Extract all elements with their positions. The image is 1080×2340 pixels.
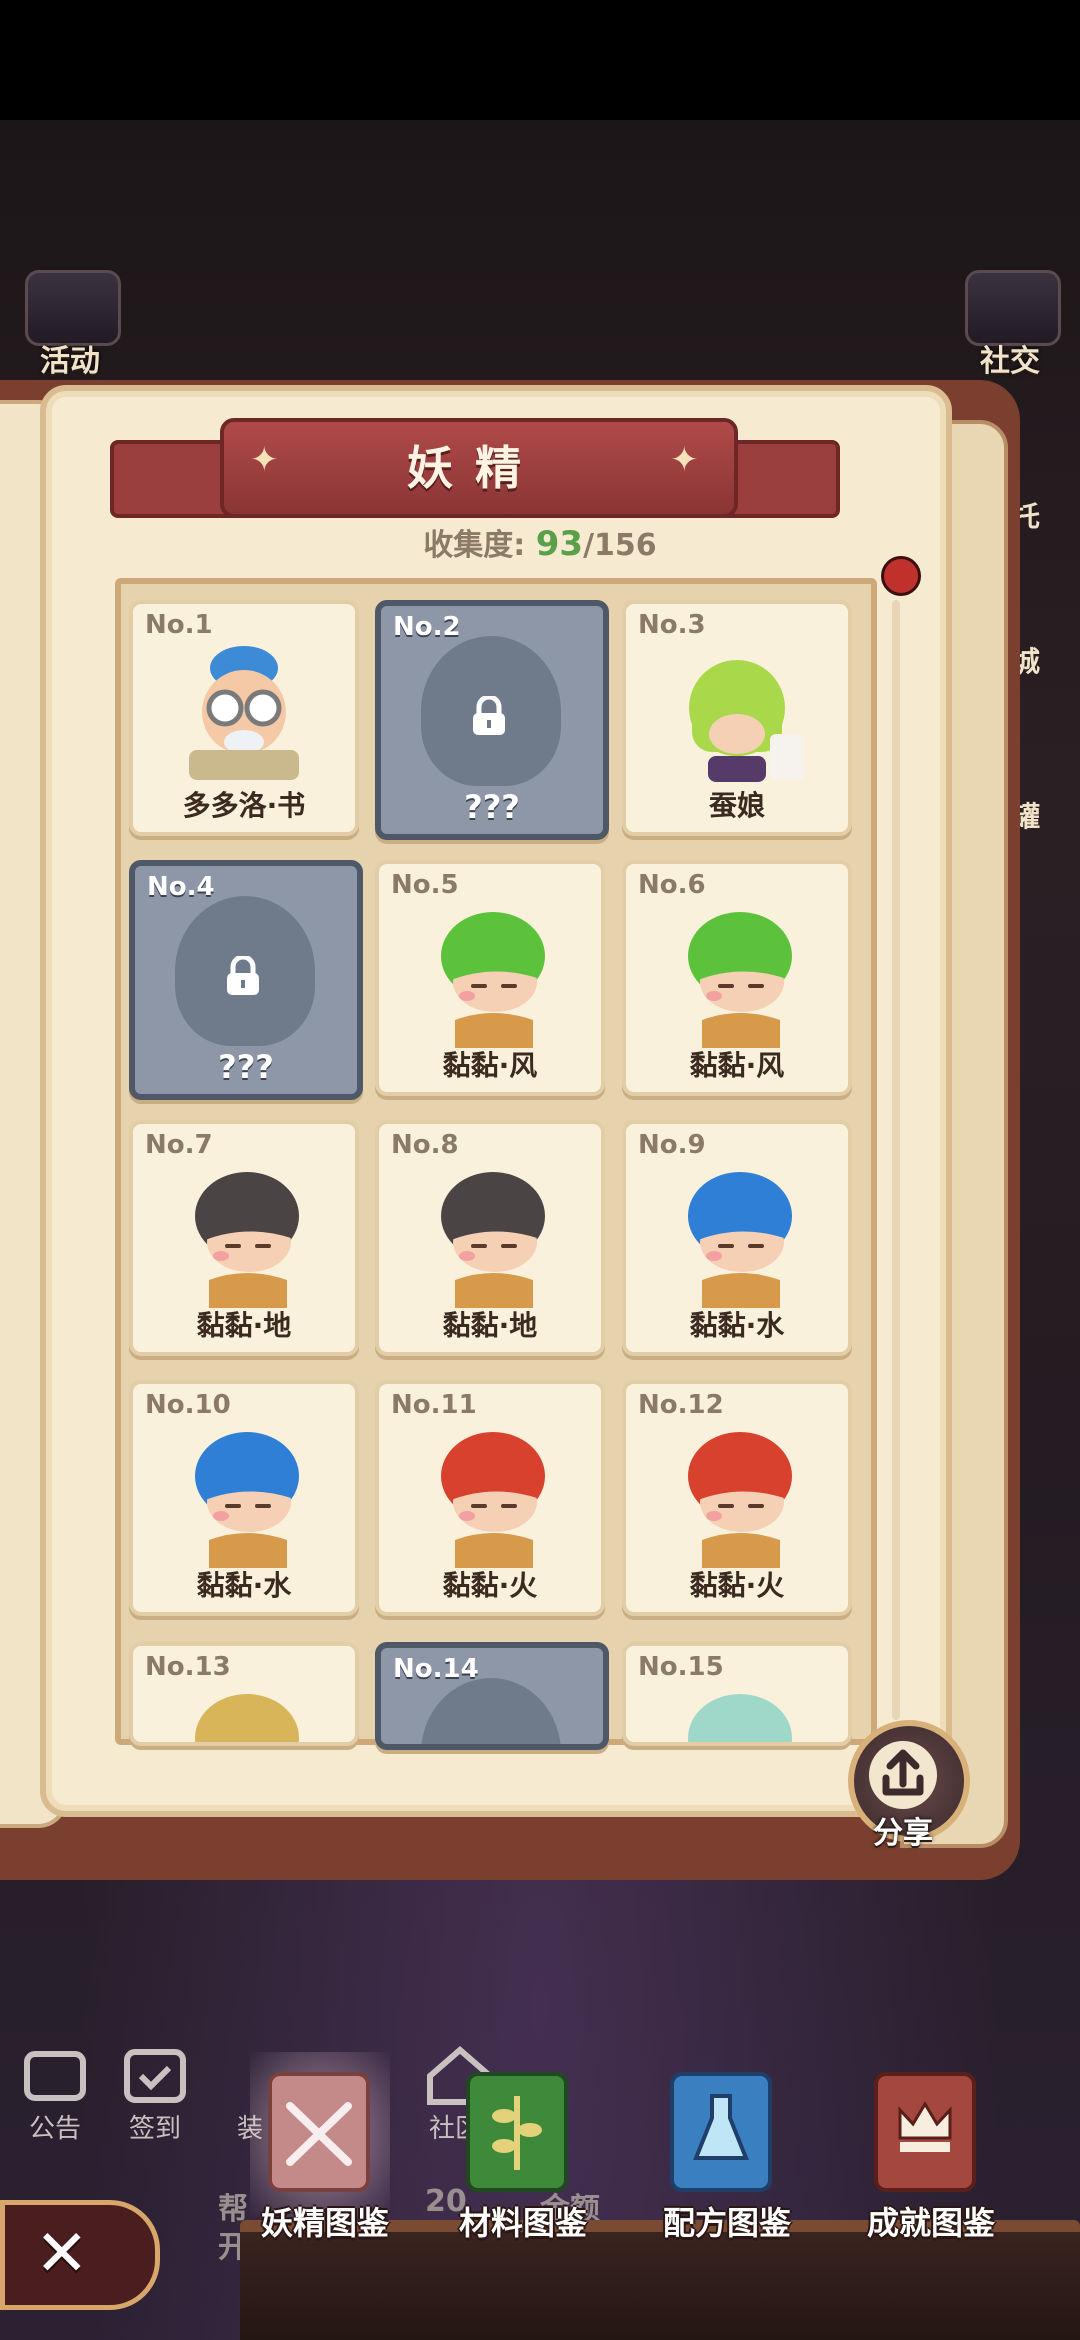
card-number: No.9 — [638, 1130, 706, 1160]
share-label: 分享 — [873, 1816, 933, 1851]
card-name: 蚕娘 — [708, 789, 765, 822]
close-button[interactable]: ✕ — [0, 2200, 160, 2310]
fairy-card[interactable]: No.15 — [622, 1642, 852, 1746]
card-number: No.11 — [391, 1390, 477, 1420]
fairy-portrait — [441, 1172, 545, 1308]
recipe-book-icon — [670, 2072, 772, 2192]
fairy-portrait — [688, 1172, 792, 1308]
collection-label: 收集度: — [423, 528, 526, 563]
lock-icon — [473, 696, 505, 735]
card-number: No.6 — [638, 870, 706, 900]
collected-count: 93 — [535, 524, 584, 564]
fairy-card[interactable]: No.7 黏黏·地 — [129, 1120, 359, 1356]
card-number: No.15 — [638, 1652, 724, 1682]
card-number: No.7 — [145, 1130, 213, 1160]
card-name: 黏黏·水 — [196, 1569, 292, 1602]
card-name: 黏黏·地 — [196, 1309, 292, 1342]
card-name: 多多洛·书 — [182, 789, 306, 822]
event-icon — [25, 270, 121, 346]
event-button[interactable]: 活动 — [10, 260, 130, 380]
achievement-book-icon — [874, 2072, 976, 2192]
social-button[interactable]: 社交 — [950, 260, 1070, 380]
tab-achievement-label: 成就图鉴 — [866, 2204, 995, 2242]
fairy-portrait — [195, 1694, 299, 1742]
fairy-card[interactable]: No.10 黏黏·水 — [129, 1380, 359, 1616]
card-name: 黏黏·风 — [689, 1049, 785, 1082]
material-book-icon — [466, 2072, 568, 2192]
locked-silhouette — [421, 1678, 561, 1744]
notice-label: 公告 — [28, 2114, 81, 2144]
tab-material-label: 材料图鉴 — [458, 2204, 587, 2242]
shelf-front — [240, 2232, 1080, 2340]
tab-material-codex[interactable]: 材料图鉴 — [428, 2060, 618, 2242]
fairy-card[interactable]: No.13 — [129, 1642, 359, 1746]
fairy-portrait — [688, 1694, 792, 1742]
fairy-book-icon — [268, 2072, 370, 2192]
total-count: /156 — [583, 528, 657, 563]
social-label: 社交 — [980, 344, 1040, 379]
fairy-card[interactable]: No.11 黏黏·火 — [375, 1380, 605, 1616]
card-number: No.2 — [393, 612, 461, 642]
fairy-portrait — [441, 1432, 545, 1568]
fairy-portrait — [189, 646, 299, 780]
card-number: No.12 — [638, 1390, 724, 1420]
lock-icon — [227, 956, 259, 995]
card-number: No.14 — [393, 1654, 479, 1684]
card-number: No.1 — [145, 610, 213, 640]
fairy-portrait — [441, 912, 545, 1048]
checkin-label: 签到 — [128, 2114, 181, 2144]
card-number: No.13 — [145, 1652, 231, 1682]
social-icon — [965, 270, 1061, 346]
fairy-portrait — [688, 1432, 792, 1568]
card-name: ??? — [218, 1048, 274, 1086]
fairy-card[interactable]: No.14 — [375, 1642, 609, 1750]
fairy-card[interactable]: No.2??? — [375, 600, 609, 840]
card-number: No.4 — [147, 872, 215, 902]
card-number: No.8 — [391, 1130, 459, 1160]
tab-recipe-label: 配方图鉴 — [662, 2204, 791, 2242]
event-label: 活动 — [40, 344, 100, 379]
tab-achievement-codex[interactable]: 成就图鉴 — [836, 2060, 1026, 2242]
card-name: ??? — [464, 788, 520, 826]
fairy-card[interactable]: No.5 黏黏·风 — [375, 860, 605, 1096]
tab-recipe-codex[interactable]: 配方图鉴 — [632, 2060, 822, 2242]
fairy-card[interactable]: No.9 黏黏·水 — [622, 1120, 852, 1356]
card-name: 黏黏·火 — [689, 1569, 785, 1602]
fairy-card[interactable]: No.12 黏黏·火 — [622, 1380, 852, 1616]
ladybug-icon — [881, 556, 921, 596]
card-name: 黏黏·水 — [689, 1309, 785, 1342]
tab-fairy-label: 妖精图鉴 — [260, 2204, 389, 2242]
card-number: No.3 — [638, 610, 706, 640]
card-number: No.5 — [391, 870, 459, 900]
card-name: 黏黏·火 — [442, 1569, 538, 1602]
collection-progress: 收集度: 93/156 — [0, 520, 1080, 564]
tab-fairy-codex[interactable]: 妖精图鉴 — [230, 2052, 420, 2242]
fairy-portrait — [195, 1432, 299, 1568]
scrollbar[interactable] — [892, 600, 900, 1720]
page-title: 妖精 — [407, 441, 543, 495]
fairy-portrait — [195, 1172, 299, 1308]
fairy-card[interactable]: No.8 黏黏·地 — [375, 1120, 605, 1356]
card-number: No.10 — [145, 1390, 231, 1420]
fairy-card[interactable]: No.3 蚕娘 — [622, 600, 852, 836]
fairy-portrait — [688, 912, 792, 1048]
close-icon: ✕ — [35, 2217, 89, 2291]
fairy-card[interactable]: No.1 多多洛·书 — [129, 600, 359, 836]
card-name: 黏黏·风 — [442, 1049, 538, 1082]
fairy-portrait — [689, 660, 804, 782]
card-name: 黏黏·地 — [442, 1309, 538, 1342]
fairy-card[interactable]: No.6 黏黏·风 — [622, 860, 852, 1096]
fairy-card[interactable]: No.4??? — [129, 860, 363, 1100]
